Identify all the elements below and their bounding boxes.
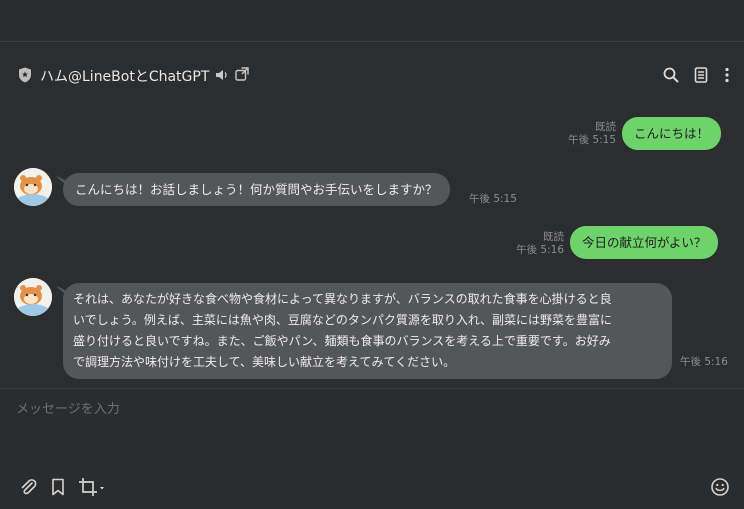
read-receipt: 既読: [543, 231, 564, 243]
my-message-bubble[interactable]: こんにちは！: [622, 117, 722, 150]
more-options-icon[interactable]: [718, 66, 736, 84]
bot-avatar[interactable]: [14, 278, 52, 316]
message-meta: 既読 午後 5:15: [568, 121, 616, 147]
message-time: 午後 5:15: [568, 134, 616, 146]
read-receipt: 既読: [595, 121, 616, 133]
search-icon[interactable]: [662, 66, 680, 84]
bot-message-bubble[interactable]: こんにちは！お話しましょう！何か質問やお手伝いをしますか？: [63, 173, 450, 206]
hamster-avatar-icon: [14, 278, 52, 316]
bot-message-bubble[interactable]: それは、あなたが好きな食べ物や食材によって異なりますが、バランスの取れた食事を心…: [63, 283, 672, 379]
message-time: 午後 5:15: [469, 193, 517, 205]
message-list[interactable]: 既読 午後 5:15 こんにちは！ こんにちは！お話しましょう！何か質問やお手伝…: [0, 108, 744, 388]
hamster-avatar-icon: [14, 168, 52, 206]
message-meta: 既読 午後 5:16: [516, 231, 564, 257]
composer: [0, 389, 744, 509]
message-line: いでしょう。例えば、主菜には魚や肉、豆腐などのタンパク質源を取り入れ、副菜には野…: [73, 313, 613, 327]
message-line: で調理方法や味付けを工夫して、美味しい献立を考えてみてください。: [73, 355, 456, 369]
message-line: それは、あなたが好きな食べ物や食材によって異なりますが、バランスの取れた食事を心…: [73, 292, 612, 306]
my-message-bubble[interactable]: 今日の献立何がよい？: [570, 226, 719, 259]
speaker-icon[interactable]: [215, 68, 229, 82]
chat-header: ハム@LineBotとChatGPT: [0, 42, 744, 108]
chat-title: ハム@LineBotとChatGPT: [40, 69, 210, 85]
bookmark-icon[interactable]: [48, 477, 68, 497]
message-line: 盛り付けると良いですね。また、ご飯やパン、麺類も食事のバランスを考える上で重要で…: [73, 334, 611, 348]
shield-icon: [19, 67, 31, 83]
message-time: 午後 5:16: [680, 356, 728, 368]
emoji-icon[interactable]: [710, 477, 730, 497]
notes-icon[interactable]: [692, 66, 710, 84]
popout-window-icon[interactable]: [235, 67, 249, 81]
screenshot-crop-icon[interactable]: [78, 477, 106, 497]
chat-window: ハム@LineBotとChatGPT 既読 午後 5:15 こんにちは！ こんに…: [0, 0, 744, 509]
window-top-bar: [0, 0, 744, 42]
bot-avatar[interactable]: [14, 168, 52, 206]
message-time: 午後 5:16: [516, 244, 564, 256]
message-input[interactable]: [16, 397, 716, 421]
attachment-icon[interactable]: [18, 477, 38, 497]
